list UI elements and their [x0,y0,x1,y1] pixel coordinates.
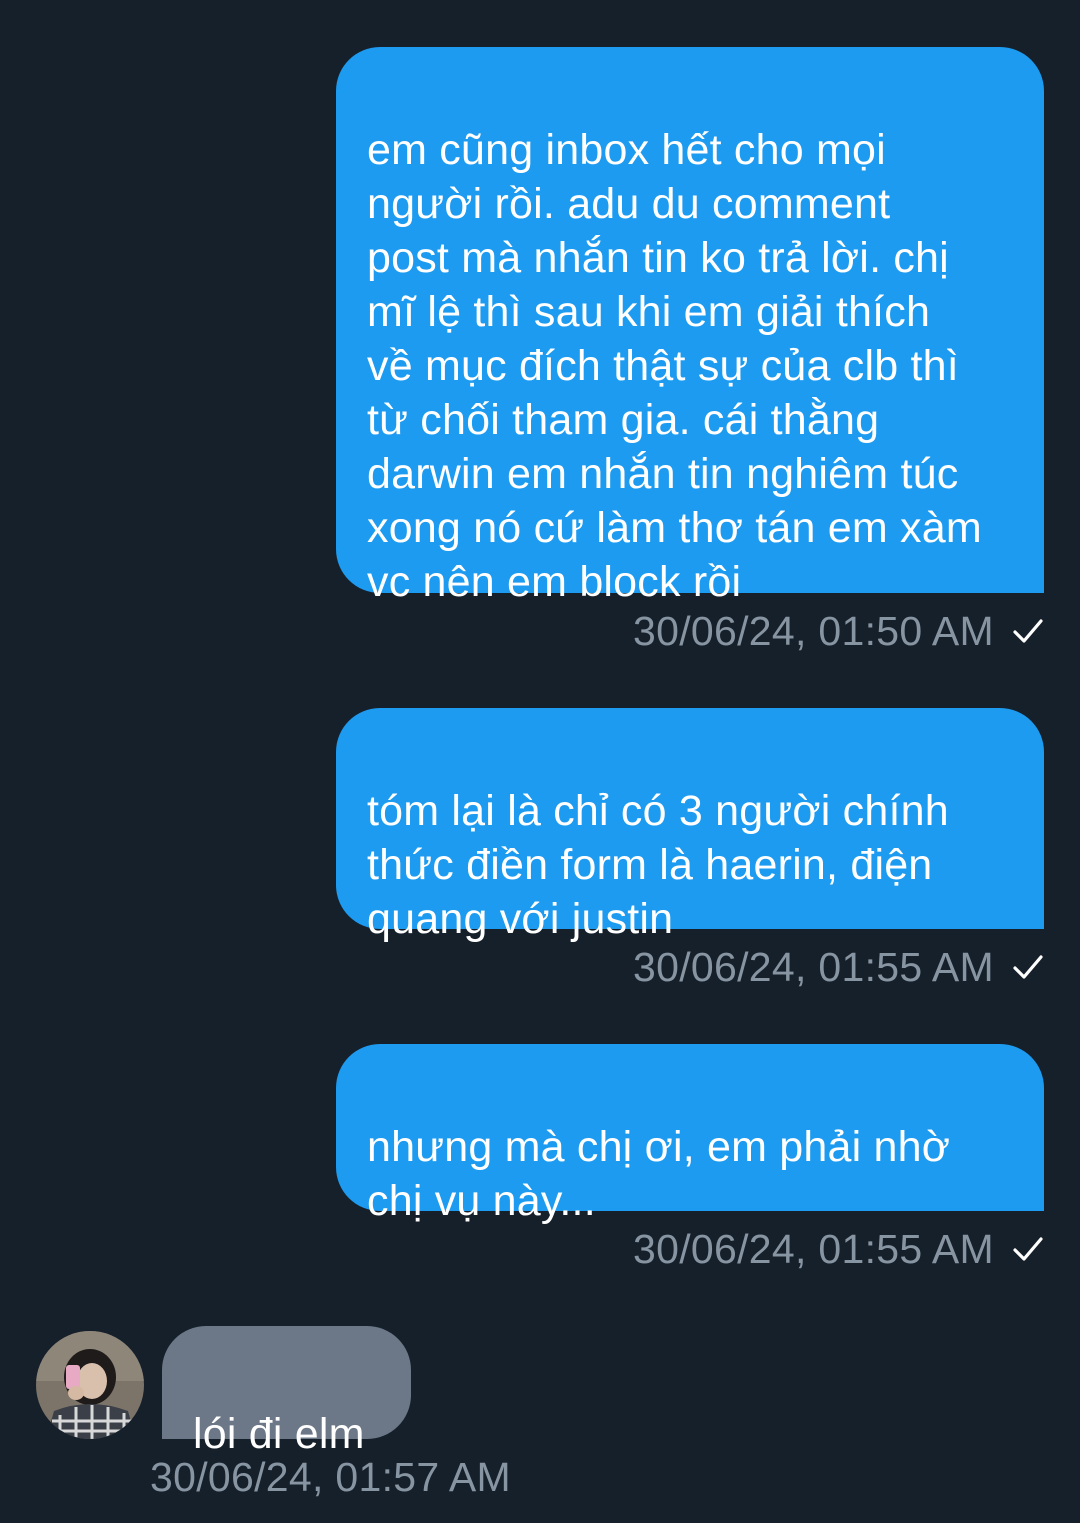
message-timestamp: 30/06/24, 01:57 AM [150,1454,512,1500]
checkmark-icon [1013,955,1043,979]
outgoing-message-bubble[interactable]: tóm lại là chỉ có 3 người chính thức điề… [336,708,1044,943]
message-meta: 30/06/24, 01:55 AM [633,1226,1044,1272]
incoming-message-bubble[interactable]: lói đi elm [162,1326,411,1458]
message-meta: 30/06/24, 01:55 AM [633,944,1044,990]
checkmark-icon [1013,1237,1043,1261]
outgoing-message-bubble[interactable]: nhưng mà chị ơi, em phải nhờ chị vụ này.… [336,1044,1044,1225]
contact-avatar[interactable] [36,1331,144,1439]
message-text: lói đi elm [193,1410,365,1458]
message-timestamp: 30/06/24, 01:55 AM [632,1226,994,1272]
outgoing-message-bubble[interactable]: em cũng inbox hết cho mọi người rồi. adu… [336,47,1044,606]
avatar-image [36,1331,144,1439]
message-text: tóm lại là chỉ có 3 người chính thức điề… [367,787,949,943]
message-timestamp: 30/06/24, 01:55 AM [632,944,994,990]
message-timestamp: 30/06/24, 01:50 AM [632,608,994,654]
message-meta: 30/06/24, 01:50 AM [633,608,1044,654]
checkmark-icon [1013,619,1043,643]
message-text: nhưng mà chị ơi, em phải nhờ chị vụ này.… [367,1123,951,1225]
message-text: em cũng inbox hết cho mọi người rồi. adu… [367,126,982,606]
